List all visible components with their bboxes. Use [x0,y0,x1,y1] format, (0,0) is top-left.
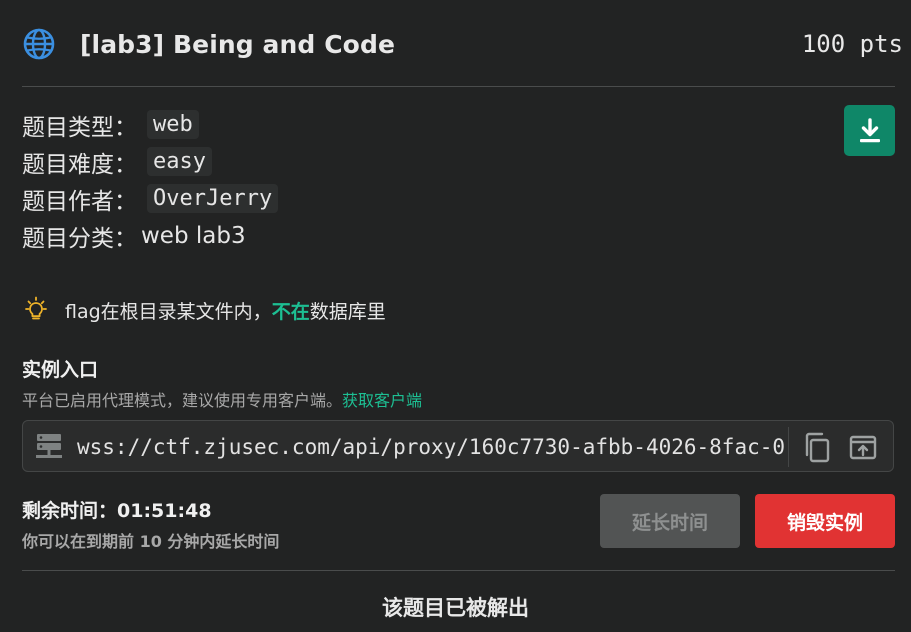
url-divider [788,427,789,467]
meta-difficulty-value: easy [147,147,212,176]
meta-author-value: OverJerry [147,184,279,213]
remaining-time-label: 剩余时间： [22,500,118,522]
lightbulb-icon [25,296,47,320]
download-icon [859,117,880,142]
meta-type-row: 题目类型： web [22,106,278,143]
meta-category-label: 题目分类： [22,225,137,252]
copy-icon[interactable] [799,429,835,465]
meta-author-row: 题目作者： OverJerry [22,180,279,217]
get-client-link[interactable]: 获取客户端 [342,391,422,410]
instance-url[interactable]: wss://ctf.zjusec.com/api/proxy/160c7730-… [77,433,797,461]
footer-divider [22,570,895,571]
remaining-time-value: 01:51:48 [117,500,212,522]
instance-url-box: wss://ctf.zjusec.com/api/proxy/160c7730-… [22,420,894,472]
challenge-header: [lab3] Being and Code 100 pts [22,22,903,66]
server-icon [36,434,62,458]
meta-category-row: 题目分类： web lab3 [22,217,278,254]
extend-time-button[interactable]: 延长时间 [600,494,740,548]
remaining-time: 剩余时间：01:51:48 [22,496,212,523]
hint-line: flag在根目录某文件内， 不在 数据库里 [22,296,386,324]
instance-description-text: 平台已启用代理模式，建议使用专用客户端。 [22,391,343,410]
download-attachment-button[interactable] [844,105,895,156]
meta-author-label: 题目作者： [22,188,137,215]
open-in-new-icon[interactable] [845,429,881,465]
solved-status: 该题目已被解出 [382,596,529,620]
meta-type-label: 题目类型： [22,114,137,141]
challenge-title: [lab3] Being and Code [80,29,396,59]
extend-time-hint: 你可以在到期前 10 分钟内延长时间 [22,532,280,551]
instance-title: 实例入口 [22,359,99,381]
challenge-points: 100 pts [801,30,903,58]
meta-difficulty-row: 题目难度： easy [22,143,278,180]
challenge-meta: 题目类型： web 题目难度： easy 题目作者： OverJerry 题目分… [22,106,279,254]
instance-description: 平台已启用代理模式，建议使用专用客户端。获取客户端 [22,387,422,411]
meta-difficulty-label: 题目难度： [22,151,137,178]
header-divider [22,86,895,87]
hint-text-highlight: 不在 [271,300,310,323]
hint-text-before: flag在根目录某文件内， [65,300,272,323]
meta-type-value: web [147,110,199,139]
destroy-instance-button[interactable]: 销毁实例 [755,494,895,548]
hint-text-after: 数据库里 [309,300,386,323]
globe-icon [23,28,55,60]
meta-category-value: web lab3 [141,222,246,249]
